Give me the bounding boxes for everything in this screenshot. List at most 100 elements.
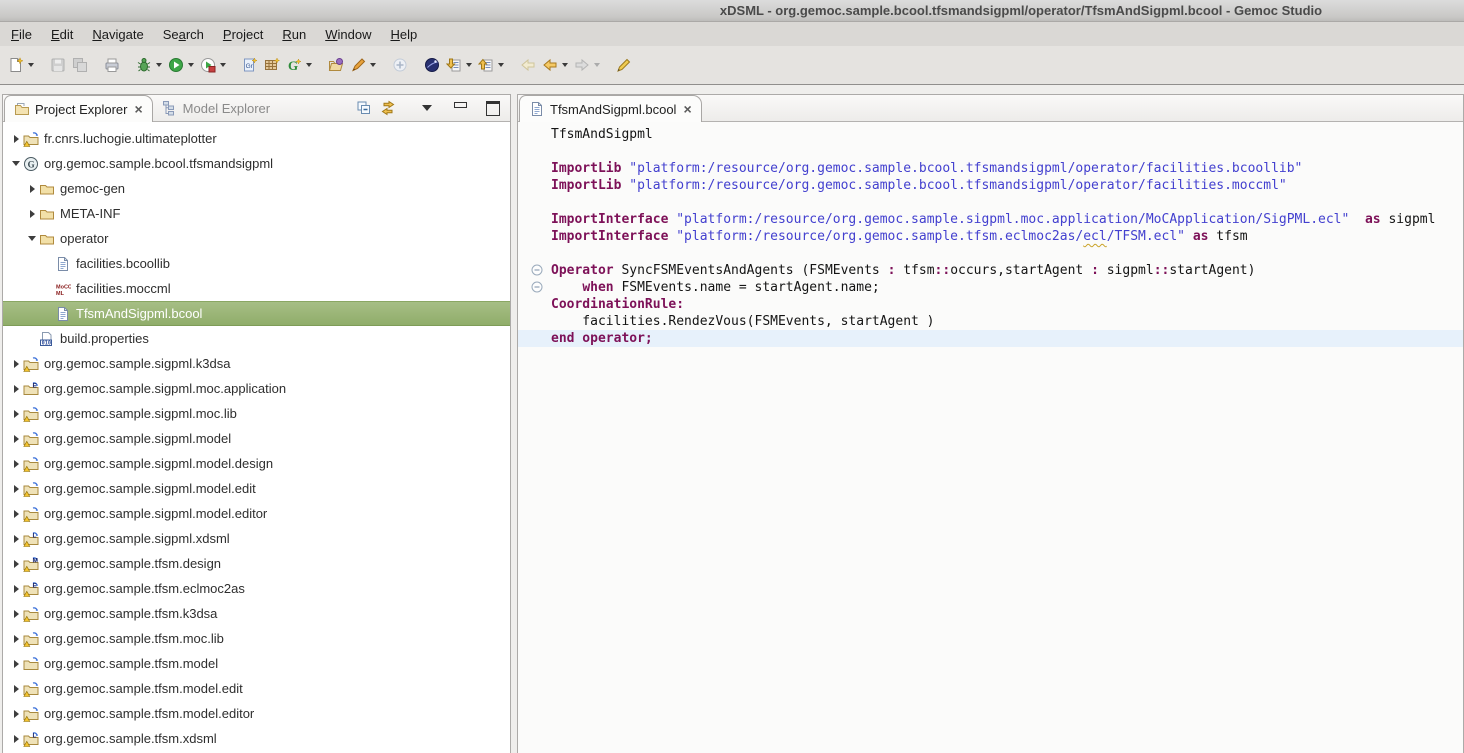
expand-arrow-icon[interactable] — [9, 385, 23, 393]
expand-arrow-icon[interactable] — [9, 635, 23, 643]
dropdown-caret-icon[interactable] — [370, 63, 376, 67]
bcool-file-icon — [529, 101, 545, 117]
menu-run[interactable]: Run — [275, 25, 313, 44]
pencil-button[interactable] — [614, 54, 634, 76]
menu-file[interactable]: File — [4, 25, 39, 44]
expand-arrow-icon[interactable] — [9, 660, 23, 668]
expand-arrow-icon[interactable] — [9, 710, 23, 718]
menu-window[interactable]: Window — [318, 25, 378, 44]
tree-item[interactable]: fr.cnrs.luchogie.ultimateplotter — [3, 126, 510, 151]
expand-arrow-icon[interactable] — [9, 585, 23, 593]
tree-item[interactable]: org.gemoc.sample.sigpml.model.editor — [3, 501, 510, 526]
dropdown-caret-icon[interactable] — [466, 63, 472, 67]
tab-editor-tfsmandsigpml[interactable]: TfsmAndSigpml.bcool × — [519, 95, 702, 122]
tab-project-explorer[interactable]: Project Explorer × — [4, 95, 153, 122]
menu-project[interactable]: Project — [216, 25, 270, 44]
tree-item[interactable]: 010build.properties — [3, 326, 510, 351]
tree-item[interactable]: org.gemoc.sample.tfsm.model.editor — [3, 701, 510, 726]
code-line: ImportLib "platform:/resource/org.gemoc.… — [551, 177, 1463, 194]
expand-arrow-icon[interactable] — [25, 185, 39, 193]
collapse-all-button[interactable] — [355, 99, 373, 117]
menu-navigate[interactable]: Navigate — [85, 25, 150, 44]
expand-arrow-icon[interactable] — [9, 135, 23, 143]
tree-item[interactable]: Eorg.gemoc.sample.sigpml.moc.application — [3, 376, 510, 401]
expand-arrow-icon[interactable] — [9, 735, 23, 743]
run-button[interactable] — [166, 54, 196, 76]
print-icon — [104, 57, 120, 73]
svg-text:M: M — [33, 557, 38, 564]
browser-globe-button[interactable] — [422, 54, 442, 76]
expand-arrow-icon[interactable] — [9, 485, 23, 493]
print-button[interactable] — [102, 54, 122, 76]
run-config-button[interactable] — [198, 54, 228, 76]
maximize-button[interactable] — [484, 99, 502, 117]
menu-edit[interactable]: Edit — [44, 25, 80, 44]
tree-item[interactable]: org.gemoc.sample.sigpml.moc.lib — [3, 401, 510, 426]
tree-item[interactable]: gemoc-gen — [3, 176, 510, 201]
previous-annotation-button[interactable] — [476, 54, 506, 76]
tree-item[interactable]: operator — [3, 226, 510, 251]
expand-arrow-icon[interactable] — [9, 610, 23, 618]
gemoc-icon: G — [23, 156, 39, 172]
tree-item[interactable]: Lorg.gemoc.sample.sigpml.xdsml — [3, 526, 510, 551]
menu-help[interactable]: Help — [383, 25, 424, 44]
expand-arrow-icon[interactable] — [9, 435, 23, 443]
expand-arrow-icon[interactable] — [25, 210, 39, 218]
dropdown-caret-icon[interactable] — [220, 63, 226, 67]
dropdown-caret-icon[interactable] — [306, 63, 312, 67]
tab-model-explorer[interactable]: Model Explorer — [153, 95, 279, 121]
tree-item[interactable]: org.gemoc.sample.sigpml.model.design — [3, 451, 510, 476]
back-button[interactable] — [540, 54, 570, 76]
expand-arrow-icon[interactable] — [9, 685, 23, 693]
debug-icon — [136, 57, 152, 73]
tree-item[interactable]: org.gemoc.sample.tfsm.moc.lib — [3, 626, 510, 651]
dropdown-caret-icon[interactable] — [28, 63, 34, 67]
expand-arrow-icon[interactable] — [9, 510, 23, 518]
dropdown-caret-icon[interactable] — [498, 63, 504, 67]
close-icon[interactable]: × — [134, 102, 142, 116]
tree-item[interactable]: Lorg.gemoc.sample.tfsm.xdsml — [3, 726, 510, 751]
open-type-button[interactable] — [326, 54, 346, 76]
dropdown-caret-icon[interactable] — [188, 63, 194, 67]
menu-bar: File Edit Navigate Search Project Run Window He… — [0, 22, 1464, 46]
new-wizard-button[interactable] — [6, 54, 36, 76]
tree-item-label: org.gemoc.sample.tfsm.xdsml — [44, 731, 217, 746]
debug-button[interactable] — [134, 54, 164, 76]
tree-item-label: org.gemoc.sample.sigpml.model.design — [44, 456, 273, 471]
tree-item[interactable]: META-INF — [3, 201, 510, 226]
tree-item[interactable]: org.gemoc.sample.sigpml.model — [3, 426, 510, 451]
tree-item[interactable]: Eorg.gemoc.sample.tfsm.eclmoc2as — [3, 576, 510, 601]
svg-text:G: G — [28, 159, 35, 169]
tree-item[interactable]: org.gemoc.sample.tfsm.model.edit — [3, 676, 510, 701]
expand-arrow-icon[interactable] — [9, 460, 23, 468]
tree-item[interactable]: Morg.gemoc.sample.tfsm.design — [3, 551, 510, 576]
view-menu-button[interactable] — [418, 99, 436, 117]
code-editor[interactable]: TfsmAndSigpmlImportLib "platform:/resour… — [518, 122, 1463, 753]
gemoc-engine-button[interactable]: G — [284, 54, 314, 76]
tree-item[interactable]: TfsmAndSigpml.bcool — [3, 301, 510, 326]
link-with-editor-button[interactable] — [379, 99, 397, 117]
close-icon[interactable]: × — [683, 102, 691, 116]
marker-pen-button[interactable] — [348, 54, 378, 76]
tree-item[interactable]: facilities.bcoollib — [3, 251, 510, 276]
collapse-arrow-icon[interactable] — [25, 236, 39, 241]
tree-item[interactable]: MoCCMLfacilities.moccml — [3, 276, 510, 301]
minimize-button[interactable] — [451, 99, 469, 117]
tree-item[interactable]: Gorg.gemoc.sample.bcool.tfsmandsigpml — [3, 151, 510, 176]
new-table-button[interactable] — [262, 54, 282, 76]
svg-text:G: G — [288, 58, 298, 73]
new-gemoc-language-button[interactable]: Gr — [240, 54, 260, 76]
next-annotation-button[interactable] — [444, 54, 474, 76]
collapse-arrow-icon[interactable] — [9, 161, 23, 166]
expand-arrow-icon[interactable] — [9, 535, 23, 543]
dropdown-caret-icon[interactable] — [156, 63, 162, 67]
menu-search[interactable]: Search — [156, 25, 211, 44]
tree-item[interactable]: org.gemoc.sample.sigpml.model.edit — [3, 476, 510, 501]
tree-item[interactable]: org.gemoc.sample.tfsm.model — [3, 651, 510, 676]
dropdown-caret-icon[interactable] — [562, 63, 568, 67]
expand-arrow-icon[interactable] — [9, 410, 23, 418]
expand-arrow-icon[interactable] — [9, 360, 23, 368]
tree-item[interactable]: org.gemoc.sample.sigpml.k3dsa — [3, 351, 510, 376]
tree-item[interactable]: org.gemoc.sample.tfsm.k3dsa — [3, 601, 510, 626]
expand-arrow-icon[interactable] — [9, 560, 23, 568]
